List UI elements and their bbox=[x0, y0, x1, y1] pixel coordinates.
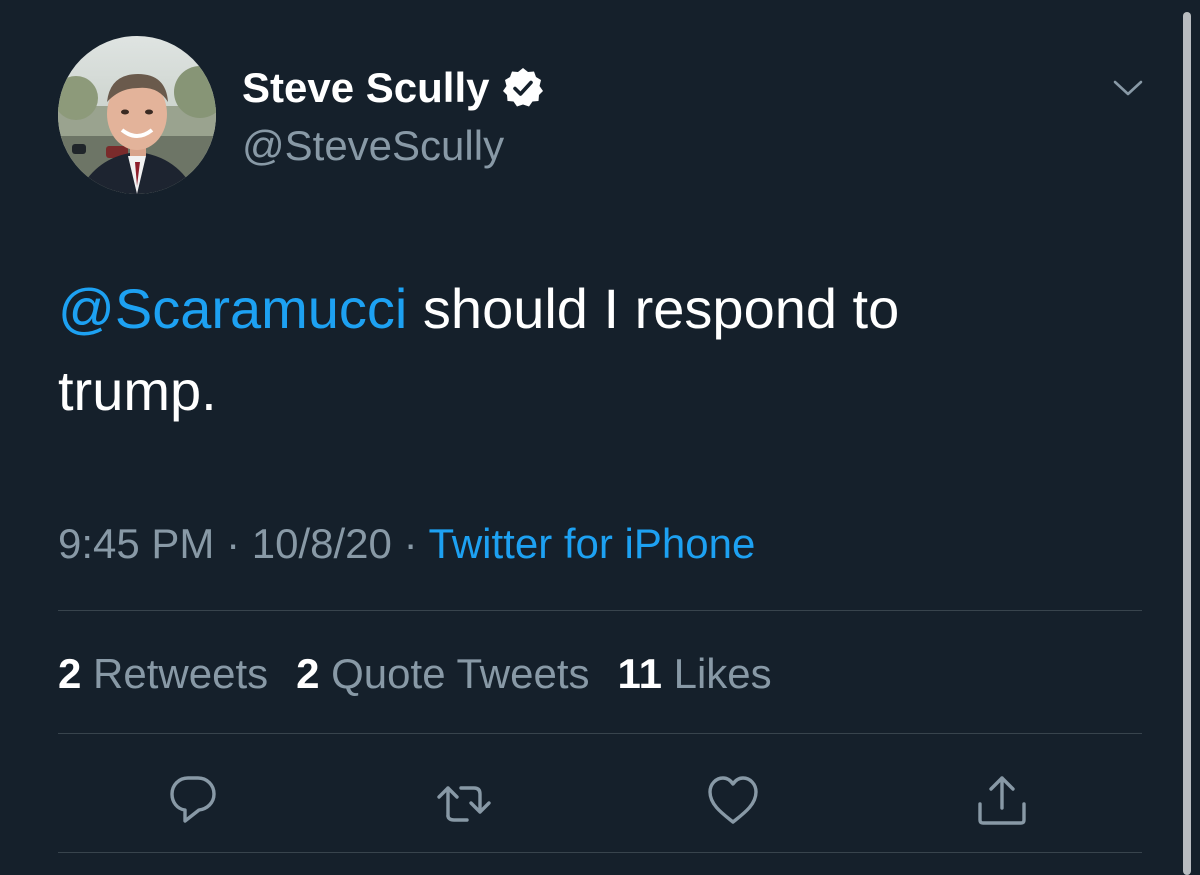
likes-label: Likes bbox=[673, 650, 772, 697]
tweet-detail-screen: Steve Scully @SteveScully @Scaramucci sh… bbox=[0, 0, 1200, 875]
verified-badge-icon bbox=[503, 68, 544, 107]
share-icon bbox=[978, 776, 1026, 825]
meta-separator: · bbox=[403, 520, 418, 567]
tweet-meta: 9:45 PM · 10/8/20 · Twitter for iPhone bbox=[58, 518, 755, 570]
like-button[interactable] bbox=[703, 770, 763, 830]
divider bbox=[58, 852, 1142, 853]
quote-tweets-count: 2 bbox=[296, 650, 320, 697]
meta-separator: · bbox=[226, 520, 241, 567]
author-name-row[interactable]: Steve Scully bbox=[242, 62, 545, 114]
heart-icon bbox=[708, 776, 758, 824]
avatar[interactable] bbox=[58, 36, 216, 194]
retweets-label: Retweets bbox=[93, 650, 269, 697]
likes-stat[interactable]: 11 Likes bbox=[618, 648, 772, 700]
likes-count: 11 bbox=[617, 650, 662, 697]
share-button[interactable] bbox=[972, 770, 1032, 830]
divider bbox=[58, 610, 1142, 611]
chevron-down-icon bbox=[1113, 80, 1143, 96]
quote-tweets-stat[interactable]: 2 Quote Tweets bbox=[296, 648, 589, 700]
divider bbox=[58, 733, 1142, 734]
tweet-source-link[interactable]: Twitter for iPhone bbox=[429, 520, 756, 567]
tweet-date[interactable]: 10/8/20 bbox=[252, 520, 392, 567]
mention-link[interactable]: @Scaramucci bbox=[58, 277, 407, 340]
tweet-text: @Scaramucci should I respond to trump. bbox=[58, 268, 1058, 432]
tweet-stats: 2 Retweets 2 Quote Tweets 11 Likes bbox=[58, 648, 772, 700]
quote-tweets-label: Quote Tweets bbox=[331, 650, 590, 697]
author-handle[interactable]: @SteveScully bbox=[242, 120, 504, 172]
retweets-count: 2 bbox=[58, 650, 82, 697]
tweet-time[interactable]: 9:45 PM bbox=[58, 520, 214, 567]
reply-button[interactable] bbox=[163, 770, 223, 830]
retweet-icon bbox=[437, 786, 491, 822]
retweets-stat[interactable]: 2 Retweets bbox=[58, 648, 268, 700]
more-options-button[interactable] bbox=[1110, 72, 1146, 102]
scrollbar[interactable] bbox=[1183, 12, 1191, 875]
author-display-name[interactable]: Steve Scully bbox=[242, 62, 489, 114]
avatar-photo bbox=[58, 36, 216, 194]
retweet-button[interactable] bbox=[434, 770, 494, 830]
reply-icon bbox=[170, 776, 216, 823]
